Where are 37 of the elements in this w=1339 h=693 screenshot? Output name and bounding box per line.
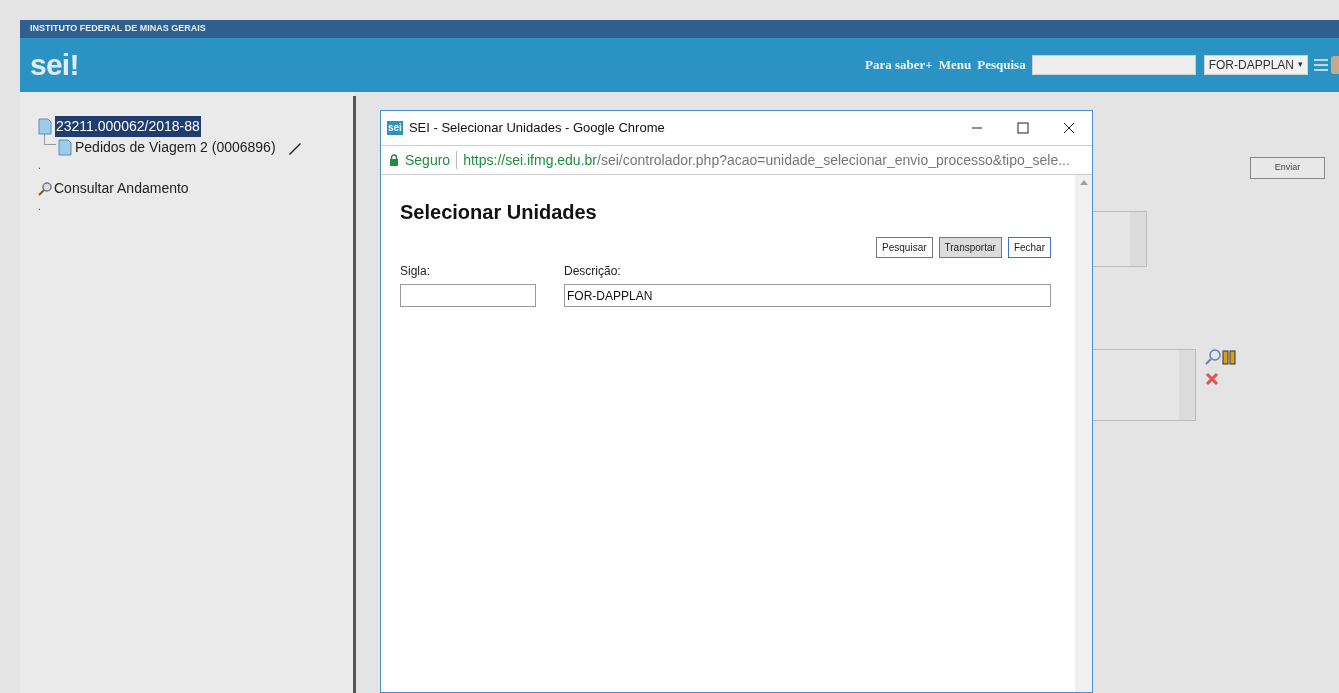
form-button[interactable]: Transportar bbox=[938, 237, 1002, 258]
scrollbar[interactable] bbox=[1075, 175, 1092, 692]
list-box[interactable] bbox=[1092, 349, 1196, 421]
page-heading: Selecionar Unidades bbox=[400, 200, 598, 225]
address-bar[interactable]: Seguro https://sei.ifmg.edu.br/sei/controlador.php?acao=unidade_selecionar_envio_processo&tipo_sele... bbox=[381, 145, 1092, 175]
send-button[interactable]: Enviar bbox=[1250, 157, 1325, 179]
input-field[interactable] bbox=[400, 284, 536, 307]
search-field[interactable] bbox=[1031, 55, 1196, 75]
input-field[interactable]: FOR-DAPPLAN bbox=[564, 284, 1051, 307]
unit-select[interactable]: FOR-DAPPLAN ▾ bbox=[1203, 55, 1308, 75]
institution-name: INSTITUTO FEDERAL DE MINAS GERAIS bbox=[30, 22, 206, 36]
unit-select-value: FOR-DAPPLAN bbox=[1208, 57, 1294, 74]
document-link[interactable]: Pedidos de Viagem 2 (0006896) bbox=[75, 137, 276, 158]
maximize-icon[interactable] bbox=[1017, 122, 1029, 134]
caret-icon: ▾ bbox=[1298, 58, 1303, 72]
lock-icon bbox=[389, 154, 399, 166]
sei-logo: sei! bbox=[30, 50, 79, 80]
process-icon bbox=[38, 118, 52, 135]
scroll-up-icon[interactable] bbox=[1079, 179, 1088, 185]
list-box[interactable] bbox=[1092, 211, 1147, 267]
form-button[interactable]: Fechar bbox=[1007, 237, 1051, 258]
form-button[interactable]: Pesquisar bbox=[876, 237, 933, 258]
field-label: Sigla: bbox=[400, 263, 432, 280]
close-icon[interactable] bbox=[1063, 122, 1075, 134]
document-icon bbox=[58, 139, 72, 156]
separator-dot: . bbox=[38, 159, 42, 172]
list-icon[interactable] bbox=[1314, 59, 1328, 71]
binoculars-icon[interactable] bbox=[1222, 348, 1236, 366]
process-link[interactable]: 23211.000062/2018-88 bbox=[55, 116, 201, 137]
favicon: sei bbox=[387, 121, 403, 135]
security-label: Seguro bbox=[405, 150, 451, 170]
url-text: https://sei.ifmg.edu.br/sei/controlador.php?acao=unidade_selecionar_envio_processo&tipo_sele... bbox=[463, 150, 1070, 170]
separator-dot: . bbox=[38, 200, 42, 213]
window-title: SEI - Selecionar Unidades - Google Chrome bbox=[408, 119, 666, 138]
field-label: Descrição: bbox=[564, 263, 622, 280]
action-link[interactable]: Consultar Andamento bbox=[54, 178, 189, 199]
remove-icon[interactable] bbox=[1205, 372, 1219, 386]
